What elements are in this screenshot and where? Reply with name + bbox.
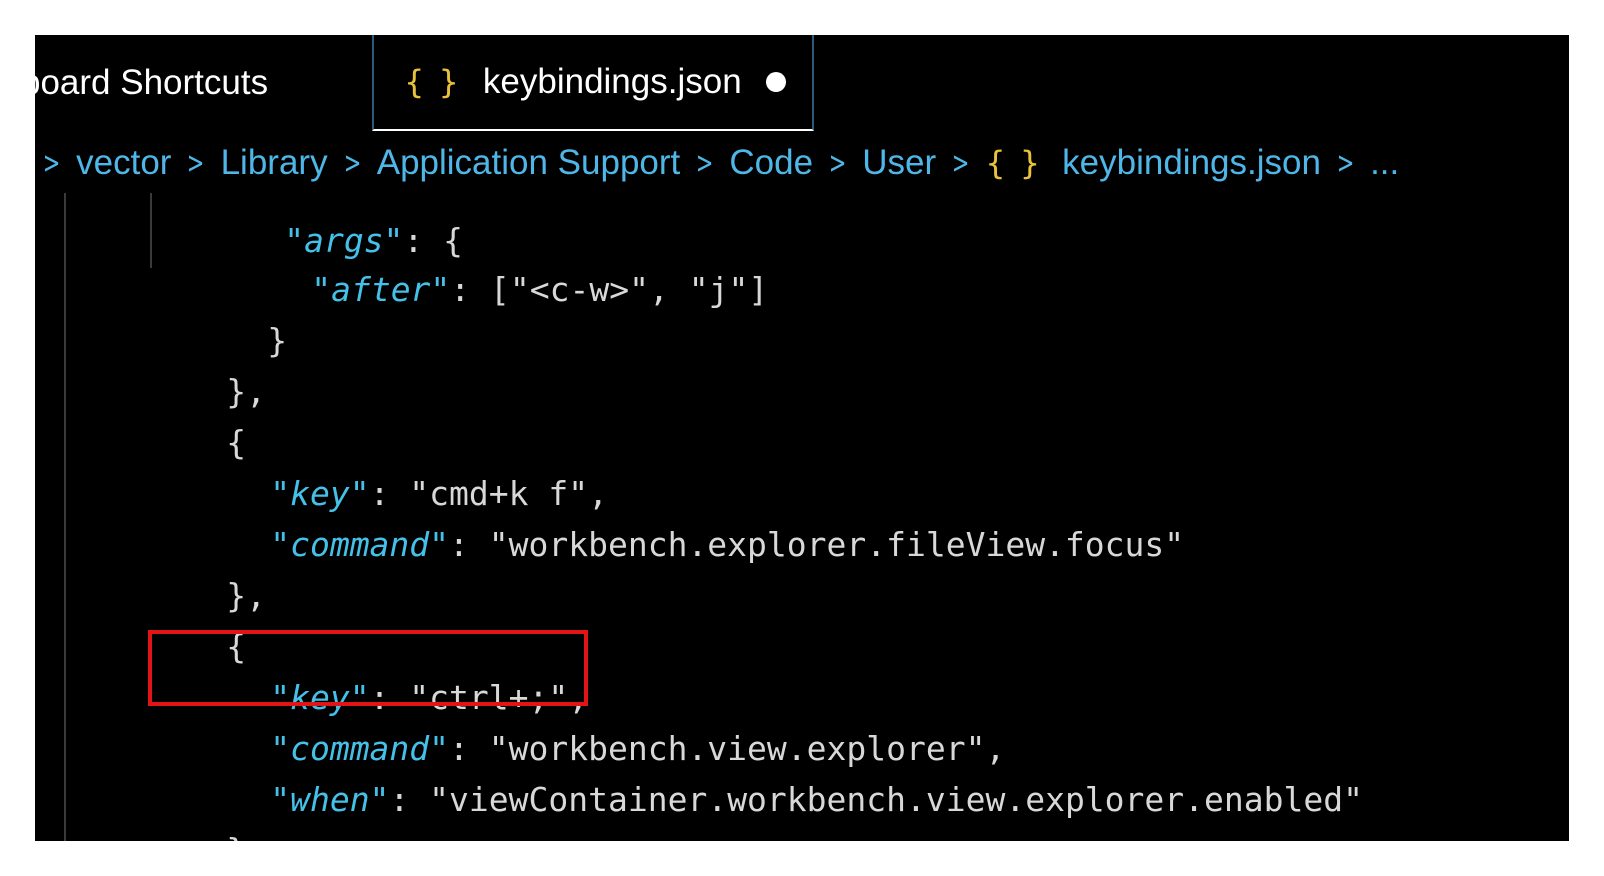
chevron-right-icon: > bbox=[828, 145, 847, 181]
breadcrumb-item-library[interactable]: Library bbox=[221, 143, 328, 183]
code-editor[interactable]: "args": { "after": ["<c-w>", "j"] } }, {… bbox=[35, 193, 1569, 841]
code-line: }, bbox=[107, 521, 266, 615]
code-text: : ["<c-w>", "j"] bbox=[450, 270, 769, 309]
property-key: "when" bbox=[270, 780, 390, 819]
code-text: }, bbox=[226, 831, 266, 841]
chevron-right-icon: > bbox=[187, 145, 205, 181]
code-line: "command": "workbench.explorer.fileView.… bbox=[151, 470, 1184, 564]
code-line: { bbox=[107, 368, 246, 462]
chevron-right-icon: > bbox=[951, 145, 970, 181]
breadcrumb-item-vector[interactable]: vector bbox=[76, 143, 171, 183]
chevron-right-icon: > bbox=[42, 145, 61, 181]
json-braces-icon: { } bbox=[404, 63, 461, 101]
indent-guide bbox=[150, 193, 152, 268]
code-line: }, bbox=[107, 317, 266, 411]
property-key: "command" bbox=[270, 525, 450, 564]
chevron-right-icon: > bbox=[343, 145, 361, 181]
highlight-box bbox=[148, 630, 588, 706]
code-text: } bbox=[267, 321, 288, 360]
editor-window: board Shortcuts { } keybindings.json > v… bbox=[35, 35, 1569, 841]
breadcrumb-item-code[interactable]: Code bbox=[729, 143, 813, 183]
breadcrumb-item-user[interactable]: User bbox=[862, 143, 936, 183]
chevron-right-icon: > bbox=[1336, 145, 1355, 181]
breadcrumb: > vector > Library > Application Support… bbox=[35, 137, 1399, 189]
code-line: }, bbox=[107, 776, 266, 841]
code-line: "key": "cmd+k f", bbox=[151, 419, 608, 513]
tab-label: keybindings.json bbox=[482, 62, 742, 101]
unsaved-dot-icon[interactable] bbox=[765, 72, 786, 92]
code-line: "args": { bbox=[165, 193, 463, 260]
indent-guide bbox=[64, 193, 66, 841]
tab-keybindings-json[interactable]: { } keybindings.json bbox=[372, 35, 814, 131]
tab-label: board Shortcuts bbox=[35, 63, 269, 102]
breadcrumb-item-more[interactable]: ... bbox=[1370, 143, 1399, 183]
chevron-right-icon: > bbox=[696, 145, 714, 181]
code-line: { bbox=[107, 572, 246, 666]
code-line: "when": "viewContainer.workbench.view.ex… bbox=[151, 725, 1363, 819]
code-line: } bbox=[148, 266, 287, 360]
tab-keyboard-shortcuts[interactable]: board Shortcuts bbox=[35, 35, 371, 131]
code-text: : "viewContainer.workbench.view.explorer… bbox=[389, 780, 1363, 819]
json-braces-icon: { } bbox=[985, 144, 1043, 182]
property-key: "after" bbox=[311, 270, 451, 309]
code-text: : "workbench.explorer.fileView.focus" bbox=[449, 525, 1185, 564]
code-line: "after": ["<c-w>", "j"] bbox=[192, 215, 768, 309]
breadcrumb-item-keybindings-json[interactable]: keybindings.json bbox=[1062, 143, 1321, 183]
breadcrumb-item-application-support[interactable]: Application Support bbox=[377, 143, 681, 183]
tab-bar: board Shortcuts { } keybindings.json bbox=[35, 35, 1569, 131]
